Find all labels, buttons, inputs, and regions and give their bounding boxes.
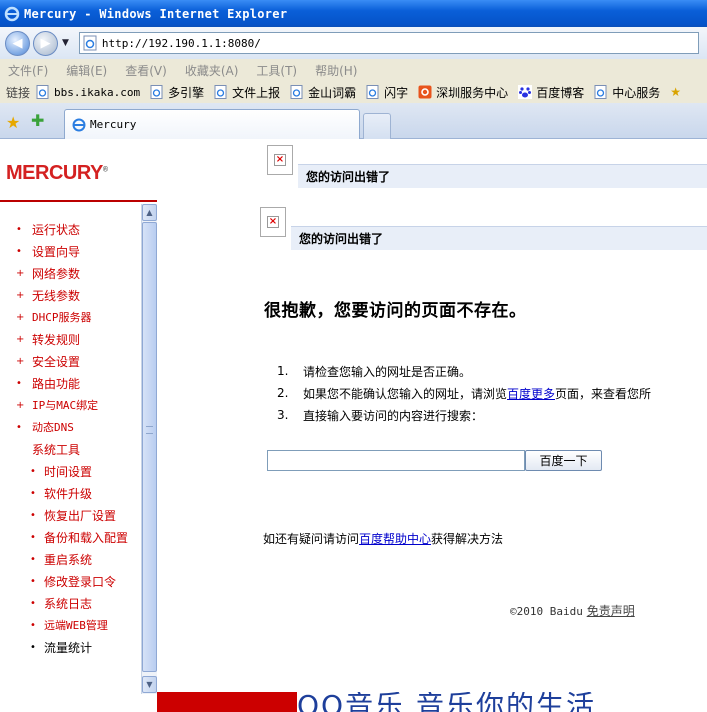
sidebar-item-reboot[interactable]: • 重启系统 — [0, 548, 140, 570]
menu-view[interactable]: 查看(V) — [125, 62, 167, 79]
ie-page-icon — [36, 85, 49, 99]
scroll-up-icon[interactable]: ▲ — [142, 204, 157, 221]
ie-page-icon — [594, 85, 607, 99]
search-input[interactable] — [267, 450, 525, 471]
menu-tools[interactable]: 工具(T) — [256, 62, 297, 79]
menu-help[interactable]: 帮助(H) — [315, 62, 357, 79]
error-header: 您的访问出错了 — [298, 164, 707, 188]
search-button[interactable]: 百度一下 — [525, 450, 602, 471]
error-headline: 很抱歉，您要访问的页面不存在。 — [264, 301, 527, 321]
title-bar: Mercury - Windows Internet Explorer — [0, 0, 707, 27]
mercury-logo: MERCURY® — [6, 162, 108, 184]
sidebar-bottom — [0, 696, 157, 712]
links-bar: 链接 bbs.ikaka.com 多引擎 文件上报 金山词霸 闪字 深圳服务中心… — [0, 81, 707, 103]
sidebar-item-dhcp[interactable]: + DHCP服务器 — [0, 306, 140, 328]
sidebar-item-backup[interactable]: • 备份和载入配置 — [0, 526, 140, 548]
link-item[interactable]: 多引擎 — [150, 84, 204, 101]
chevron-more-icon[interactable]: ★ — [670, 85, 681, 99]
qq-music-banner-text: QQ音乐 音乐你的生活 — [297, 692, 596, 712]
menu-favorites[interactable]: 收藏夹(A) — [185, 62, 239, 79]
window-title: Mercury - Windows Internet Explorer — [24, 6, 288, 21]
help-center-link[interactable]: 百度帮助中心 — [359, 532, 431, 546]
sidebar-item-forwarding[interactable]: + 转发规则 — [0, 328, 140, 350]
back-button[interactable]: ◀ — [5, 30, 30, 56]
scrollbar-grip-icon — [146, 426, 153, 434]
tab-bar: ★ ✚ Mercury — [0, 103, 707, 139]
sidebar-item-security[interactable]: + 安全设置 — [0, 350, 140, 372]
ie-logo-icon — [4, 6, 20, 21]
sidebar-item-password[interactable]: • 修改登录口令 — [0, 570, 140, 592]
list-item: 3. 直接输入要访问的内容进行搜索： — [277, 408, 484, 423]
content-frame: × 您的访问出错了 × 您的访问出错了 很抱歉，您要访问的页面不存在。 1. 请检… — [157, 140, 707, 692]
link-item[interactable]: 金山词霸 — [290, 84, 356, 101]
link-item[interactable]: 文件上报 — [214, 84, 280, 101]
link-item[interactable]: bbs.ikaka.com — [36, 85, 140, 99]
sidebar-scrollbar[interactable]: ▲ ▼ — [141, 204, 157, 694]
sidebar-item-routing[interactable]: • 路由功能 — [0, 372, 140, 394]
error-header: 您的访问出错了 — [291, 226, 707, 250]
orange-site-icon — [418, 85, 432, 99]
sidebar-item-ip-mac-binding[interactable]: + IP与MAC绑定 — [0, 394, 140, 416]
arrow-left-icon: ◀ — [12, 35, 23, 51]
sidebar-item-traffic[interactable]: • 流量统计 — [0, 636, 140, 658]
forward-button[interactable]: ▶ — [33, 30, 58, 56]
menu-file[interactable]: 文件(F) — [8, 62, 48, 79]
suggestion-list: 1. 请检查您输入的网址是否正确。 2. 如果您不能确认您输入的网址，请浏览 百度… — [277, 360, 651, 426]
arrow-right-icon: ▶ — [40, 35, 51, 51]
add-favorites-icon[interactable]: ✚ — [31, 111, 44, 130]
menu-bar: 文件(F) 编辑(E) 查看(V) 收藏夹(A) 工具(T) 帮助(H) — [0, 59, 707, 81]
sidebar-item-network[interactable]: + 网络参数 — [0, 262, 140, 284]
ie-page-icon — [72, 118, 86, 131]
menu-edit[interactable]: 编辑(E) — [66, 62, 107, 79]
baidu-paw-icon — [518, 85, 533, 99]
scroll-down-icon[interactable]: ▼ — [142, 676, 157, 693]
link-item[interactable]: 深圳服务中心 — [418, 84, 508, 101]
scrollbar-thumb[interactable] — [142, 222, 157, 672]
sidebar-item-time[interactable]: • 时间设置 — [0, 460, 140, 482]
ie-page-icon — [290, 85, 303, 99]
sidebar-item-wireless[interactable]: + 无线参数 — [0, 284, 140, 306]
sidebar: • 运行状态 • 设置向导 + 网络参数 + 无线参数 + DHCP服务器 + 转发规则 +… — [0, 200, 157, 696]
copyright: ©2010 Baidu — [510, 605, 583, 618]
ie-page-icon — [83, 35, 97, 51]
broken-image-icon: × — [260, 207, 286, 237]
sidebar-item-system-tools[interactable]: 系统工具 — [0, 438, 140, 460]
logo-frame: MERCURY® — [0, 140, 157, 200]
help-text: 如还有疑问请访问百度帮助中心获得解决方法 — [263, 532, 504, 546]
sidebar-item-ddns[interactable]: • 动态DNS — [0, 416, 140, 438]
address-input[interactable]: http://192.190.1.1:8080/ — [102, 37, 261, 50]
disclaimer-link[interactable]: 免责声明 — [587, 604, 635, 618]
tab-mercury[interactable]: Mercury — [64, 109, 360, 139]
sidebar-item-remote-web[interactable]: • 远端WEB管理 — [0, 614, 140, 636]
sidebar-item-syslog[interactable]: • 系统日志 — [0, 592, 140, 614]
history-dropdown-icon[interactable]: ▼ — [62, 38, 69, 48]
address-bar[interactable]: http://192.190.1.1:8080/ — [78, 32, 699, 54]
navigation-bar: ◀ ▶ ▼ http://192.190.1.1:8080/ — [0, 27, 707, 59]
tab-label: Mercury — [90, 118, 137, 131]
sidebar-item-upgrade[interactable]: • 软件升级 — [0, 482, 140, 504]
link-item[interactable]: 百度博客 — [518, 84, 584, 101]
ie-page-icon — [214, 85, 227, 99]
new-tab-button[interactable] — [363, 113, 391, 139]
list-item: 2. 如果您不能确认您输入的网址，请浏览 百度更多 页面，来查看您所 — [277, 385, 652, 402]
sidebar-item-factory-reset[interactable]: • 恢复出厂设置 — [0, 504, 140, 526]
ie-page-icon — [366, 85, 379, 99]
ie-page-icon — [150, 85, 163, 99]
sidebar-item-run-status[interactable]: • 运行状态 — [0, 218, 140, 240]
favorites-star-icon[interactable]: ★ — [6, 113, 20, 132]
list-item: 1. 请检查您输入的网址是否正确。 — [277, 364, 472, 379]
banner-strip: QQ音乐 音乐你的生活 — [157, 692, 707, 712]
link-item[interactable]: 闪字 — [366, 84, 408, 101]
sidebar-item-setup-wizard[interactable]: • 设置向导 — [0, 240, 140, 262]
sidebar-menu: • 运行状态 • 设置向导 + 网络参数 + 无线参数 + DHCP服务器 + 转发规则 +… — [0, 218, 140, 658]
baidu-more-link[interactable]: 百度更多 — [507, 385, 555, 402]
footer: ©2010 Baidu 免责声明 — [510, 602, 635, 619]
broken-image-icon: × — [267, 145, 293, 175]
links-label: 链接 — [6, 85, 31, 100]
link-item[interactable]: 中心服务 — [594, 84, 660, 101]
